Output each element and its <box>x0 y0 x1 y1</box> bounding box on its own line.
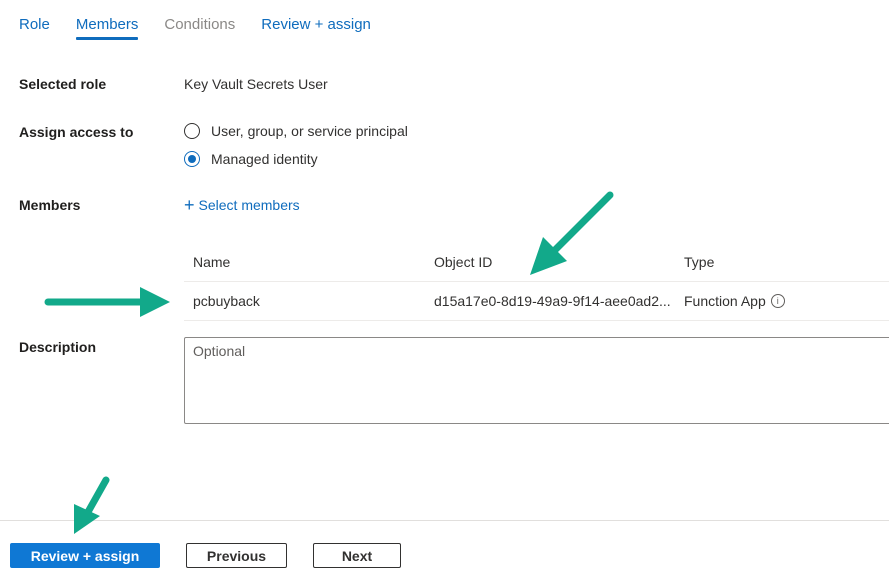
assign-access-label: Assign access to <box>19 124 134 140</box>
footer-divider <box>0 520 889 521</box>
radio-label: Managed identity <box>211 151 318 167</box>
review-assign-button[interactable]: Review + assign <box>10 543 160 568</box>
members-table: Name Object ID Type pcbuyback d15a17e0-8… <box>184 243 889 321</box>
table-row: pcbuyback d15a17e0-8d19-49a9-9f14-aee0ad… <box>184 282 889 321</box>
description-label: Description <box>19 339 97 355</box>
cell-name: pcbuyback <box>193 293 260 309</box>
type-text: Function App <box>684 293 766 309</box>
members-label: Members <box>19 197 81 213</box>
cell-object-id: d15a17e0-8d19-49a9-9f14-aee0ad2... <box>434 293 671 309</box>
previous-button[interactable]: Previous <box>186 543 287 568</box>
selected-role-label: Selected role <box>19 76 107 92</box>
header-name: Name <box>193 254 231 270</box>
selected-role-value: Key Vault Secrets User <box>184 76 328 92</box>
radio-checked-icon[interactable] <box>184 151 200 167</box>
select-members-link[interactable]: + Select members <box>184 195 300 215</box>
cell-type: Function App i <box>684 293 889 309</box>
plus-icon: + <box>184 195 195 215</box>
next-button[interactable]: Next <box>313 543 401 568</box>
table-header: Name Object ID Type <box>184 243 889 282</box>
header-object-id: Object ID <box>434 254 493 270</box>
radio-managed-identity[interactable]: Managed identity <box>184 151 318 167</box>
info-icon[interactable]: i <box>770 294 785 308</box>
tab-members[interactable]: Members <box>75 16 138 40</box>
tab-conditions: Conditions <box>164 16 236 33</box>
tab-role[interactable]: Role <box>19 16 50 40</box>
tab-review-assign[interactable]: Review + assign <box>261 16 371 40</box>
radio-unchecked-icon[interactable] <box>184 123 200 139</box>
radio-user-group-sp[interactable]: User, group, or service principal <box>184 123 408 139</box>
annotation-arrow-right-icon <box>44 287 170 317</box>
description-input[interactable] <box>184 337 889 424</box>
wizard-tabs: Role Members Conditions Review + assign <box>19 16 397 40</box>
select-members-text: Select members <box>198 197 300 213</box>
radio-label: User, group, or service principal <box>211 123 408 139</box>
annotation-arrow-review-icon <box>74 476 110 534</box>
header-type: Type <box>684 254 715 270</box>
